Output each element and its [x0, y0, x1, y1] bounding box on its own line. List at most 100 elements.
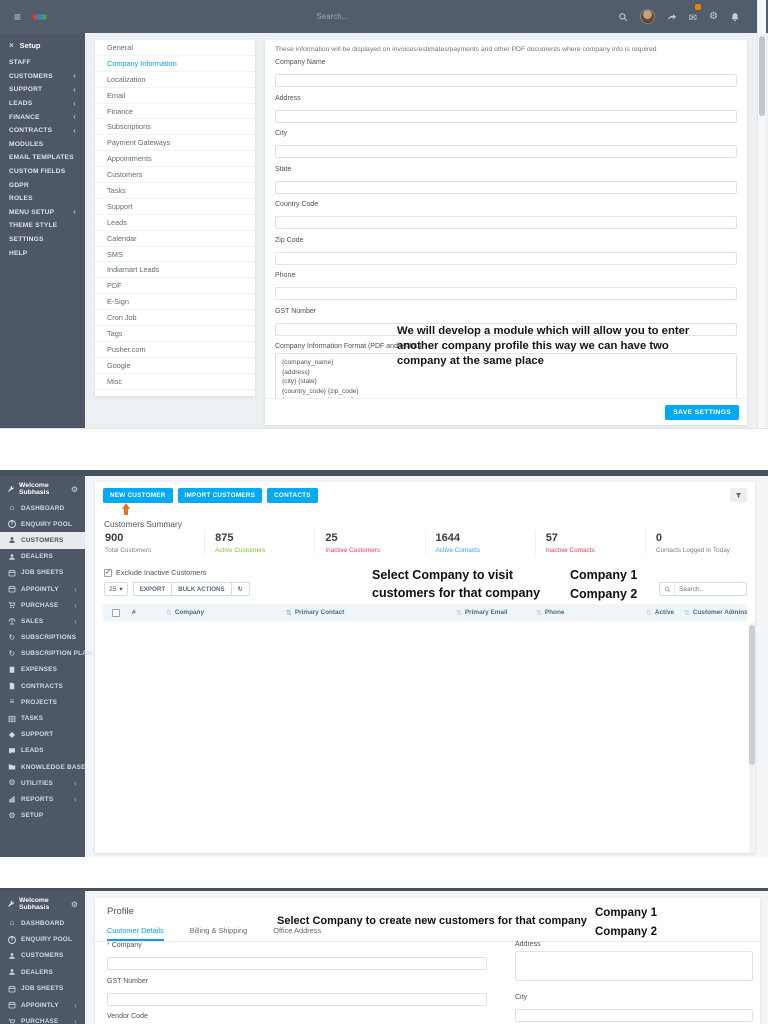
address-field[interactable] [515, 951, 753, 981]
city-field[interactable] [515, 1008, 753, 1022]
sidebar-item-custom-fields[interactable]: CUSTOM FIELDS [0, 165, 85, 179]
sidebar-item-gdpr[interactable]: GDPR [0, 178, 85, 192]
settings-item-customers[interactable]: Customers [95, 167, 255, 184]
close-icon[interactable]: × [9, 41, 14, 50]
settings-item-calendar[interactable]: Calendar [95, 231, 255, 247]
sidebar-item-setup[interactable]: ⚙ SETUP [0, 808, 85, 824]
settings-item-pusher-com[interactable]: Pusher.com [95, 342, 255, 358]
zip-code-field[interactable] [275, 251, 737, 265]
sidebar-item-appointly[interactable]: APPOINTLY ‹ [0, 581, 85, 597]
export-button[interactable]: EXPORT [132, 582, 173, 596]
settings-item-e-sign[interactable]: E-Sign [95, 294, 255, 311]
sidebar-item-settings[interactable]: SETTINGS [0, 233, 85, 247]
settings-item-support[interactable]: Support [95, 199, 255, 215]
sidebar-item-appointly[interactable]: APPOINTLY ‹ [0, 997, 85, 1013]
sidebar-item-dealers[interactable]: DEALERS [0, 549, 85, 565]
city-field[interactable] [275, 145, 737, 158]
sidebar-item-leads[interactable]: LEADS ‹ [0, 97, 85, 111]
sidebar-item-enquiry-pool[interactable]: ? ENQUIRY POOL [0, 931, 85, 947]
settings-item-google[interactable]: Google [95, 358, 255, 374]
sidebar-item-expenses[interactable]: EXPENSES [0, 662, 85, 678]
import-customers-button[interactable]: IMPORT CUSTOMERS [177, 488, 263, 503]
sidebar-item-projects[interactable]: ≡ PROJECTS [0, 694, 85, 710]
sidebar-item-dealers[interactable]: DEALERS [0, 964, 85, 980]
sidebar-item-job-sheets[interactable]: JOB SHEETS [0, 565, 85, 581]
settings-item-finance[interactable]: Finance [95, 104, 255, 120]
sidebar-item-utilities[interactable]: ⚙ UTILITIES ‹ [0, 775, 85, 791]
gear-icon[interactable]: ⚙ [71, 900, 78, 909]
scrollbar-thumb[interactable] [749, 625, 755, 765]
new-customer-button[interactable]: NEW CUSTOMER [103, 488, 173, 503]
sidebar-welcome[interactable]: Welcome Subhasis ⚙ [0, 476, 85, 500]
company-field[interactable] [107, 957, 487, 970]
refresh-button[interactable]: ↻ [231, 582, 250, 596]
state-field[interactable] [275, 180, 737, 194]
sidebar-item-knowledge-base[interactable]: KNOWLEDGE BASE [0, 759, 85, 775]
sidebar-item-customers[interactable]: CUSTOMERS [0, 532, 85, 549]
table-scrollbar[interactable] [749, 623, 755, 853]
table-search-input[interactable] [675, 585, 746, 593]
column-header-company[interactable]: ⇅ Company [163, 609, 283, 617]
sidebar-item-help[interactable]: HELP [0, 246, 85, 260]
column-header-primary-contact[interactable]: ⇅ Primary Contact [283, 609, 453, 617]
settings-item-company-information[interactable]: Company Information [95, 56, 255, 72]
avatar[interactable] [639, 9, 655, 24]
sidebar-item-dashboard[interactable]: ⌂ DASHBOARD [0, 915, 85, 931]
search-icon[interactable] [618, 12, 628, 22]
exclude-inactive-checkbox[interactable]: ✓ Exclude Inactive Customers [104, 568, 206, 577]
address-field[interactable] [275, 109, 737, 123]
bulk-actions-button[interactable]: BULK ACTIONS [172, 582, 232, 596]
settings-item-misc[interactable]: Misc [95, 374, 255, 390]
sidebar-item-subscription-plan[interactable]: ↻ SUBSCRIPTION PLAN [0, 646, 92, 662]
sidebar-item-modules[interactable]: MODULES [0, 138, 85, 152]
phone-field[interactable] [275, 287, 737, 300]
sidebar-item-customers[interactable]: CUSTOMERS ‹ [0, 70, 85, 84]
select-all-checkbox[interactable] [103, 608, 129, 617]
column-header-active[interactable]: ⇅ Active [643, 609, 681, 617]
sidebar-item-purchase[interactable]: PURCHASE ‹ [0, 1013, 85, 1024]
filter-button[interactable] [730, 488, 747, 502]
scrollbar[interactable] [757, 0, 766, 428]
sidebar-item-tasks[interactable]: TASKS [0, 710, 85, 726]
sidebar-item-support[interactable]: SUPPORT ‹ [0, 83, 85, 97]
sidebar-item-subscriptions[interactable]: ↻ SUBSCRIPTIONS [0, 630, 85, 646]
sidebar-item-job-sheets[interactable]: JOB SHEETS [0, 981, 85, 997]
sidebar-item-menu-setup[interactable]: MENU SETUP ‹ [0, 206, 85, 220]
settings-item-pdf[interactable]: PDF [95, 278, 255, 295]
settings-item-email[interactable]: Email [95, 88, 255, 104]
sidebar-item-roles[interactable]: ROLES [0, 192, 85, 206]
settings-item-indiamart-leads[interactable]: Indiamart Leads [95, 262, 255, 279]
settings-item-leads[interactable]: Leads [95, 215, 255, 231]
gst-number-field[interactable] [107, 992, 487, 1006]
sidebar-item-customers[interactable]: CUSTOMERS [0, 948, 85, 964]
gear-icon[interactable]: ⚙ [71, 485, 78, 494]
sidebar-item-enquiry-pool[interactable]: ? ENQUIRY POOL [0, 516, 85, 532]
gear-icon[interactable]: ⚙ [709, 11, 718, 22]
column-header-primary-email[interactable]: ⇅ Primary Email [453, 609, 533, 617]
sidebar-item-purchase[interactable]: PURCHASE ‹ [0, 597, 85, 613]
sidebar-item-email-templates[interactable]: EMAIL TEMPLATES [0, 151, 85, 165]
sidebar-item-finance[interactable]: FINANCE ‹ [0, 110, 85, 124]
sidebar-item-dashboard[interactable]: ⌂ DASHBOARD [0, 500, 85, 516]
share-icon[interactable] [667, 12, 677, 22]
tab-customer-details[interactable]: Customer Details [107, 922, 164, 941]
global-search-input[interactable]: Search... [59, 12, 606, 21]
scrollbar-thumb[interactable] [759, 36, 765, 116]
settings-item-subscriptions[interactable]: Subscriptions [95, 119, 255, 136]
menu-icon[interactable]: ≡ [14, 11, 21, 23]
settings-item-tags[interactable]: Tags [95, 326, 255, 342]
sidebar-item-leads[interactable]: LEADS [0, 743, 85, 759]
company-name-field[interactable] [275, 74, 737, 87]
sidebar-item-reports[interactable]: REPORTS ‹ [0, 791, 85, 807]
settings-item-cron-job[interactable]: Cron Job [95, 310, 255, 327]
page-size-select[interactable]: 25 ▾ [104, 582, 128, 596]
app-logo[interactable] [33, 13, 48, 20]
column-header-customer-admins[interactable]: ⇅ Customer Admins [681, 609, 747, 617]
country-code-field[interactable] [275, 216, 737, 229]
sidebar-item-staff[interactable]: STAFF [0, 56, 85, 70]
settings-item-general[interactable]: General [95, 40, 255, 56]
sidebar-item-contracts[interactable]: CONTRACTS ‹ [0, 124, 85, 138]
tab-billing-shipping[interactable]: Billing & Shipping [190, 922, 248, 941]
settings-item-localization[interactable]: Localization [95, 72, 255, 88]
save-settings-button[interactable]: SAVE SETTINGS [665, 404, 739, 420]
